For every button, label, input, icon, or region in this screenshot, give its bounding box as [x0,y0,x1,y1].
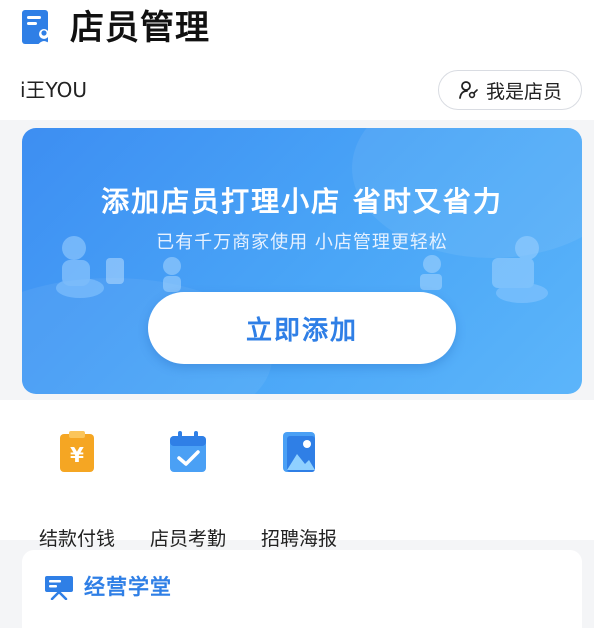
feature-attendance[interactable]: 店员考勤 [138,430,238,550]
add-staff-banner: 添加店员打理小店 省时又省力 已有千万商家使用 小店管理更轻松 立即添加 [22,128,582,394]
i-am-staff-label: 我是店员 [485,80,562,103]
yuan-clipboard-icon: ¥ [60,431,94,472]
staff-management-icon [22,10,51,46]
feature-label: 结款付钱 [38,528,115,550]
svg-text:¥: ¥ [70,443,84,467]
business-school-card[interactable]: 经营学堂 [22,550,582,628]
feature-payment[interactable]: ¥ 结款付钱 [27,430,127,550]
feature-label: 店员考勤 [149,528,226,550]
classroom-board-icon [45,576,73,600]
store-name: i王YOU [20,78,88,102]
poster-image-icon [283,432,315,472]
section-title: 经营学堂 [84,575,172,599]
i-am-staff-button[interactable]: 我是店员 [438,70,582,110]
feature-recruit-poster[interactable]: 招聘海报 [249,430,349,550]
banner-title: 添加店员打理小店 省时又省力 [101,185,503,218]
calendar-check-icon [170,431,206,472]
page-title: 店员管理 [70,8,210,48]
feature-label: 招聘海报 [260,528,337,550]
user-bar: i王YOU 我是店员 [0,60,594,120]
person-key-icon [459,81,478,99]
banner-subtitle: 已有千万商家使用 小店管理更轻松 [156,232,448,253]
add-now-button[interactable]: 立即添加 [148,292,456,364]
page-header: 店员管理 [0,0,594,60]
feature-shortcuts: ¥ 结款付钱 店员考勤 招聘海报 [0,400,594,550]
